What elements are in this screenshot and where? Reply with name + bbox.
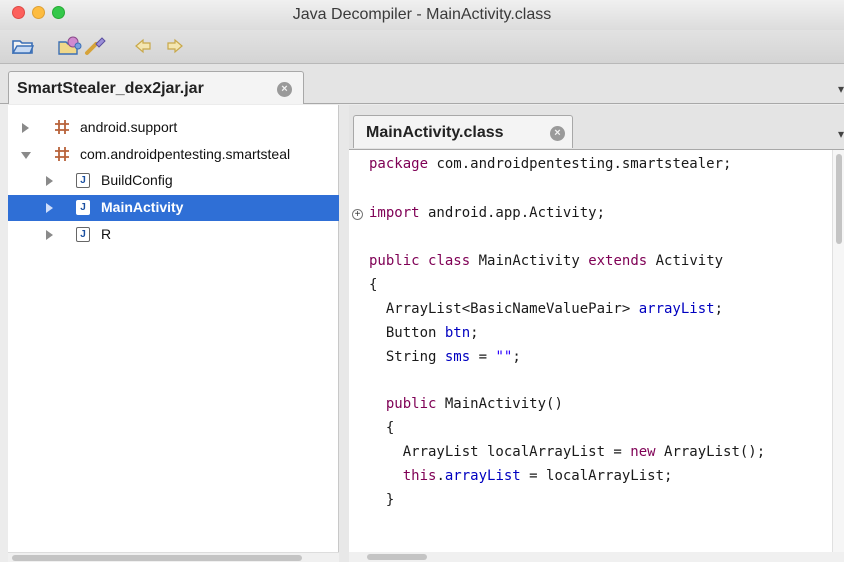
close-icon[interactable]: × <box>550 126 565 141</box>
package-icon <box>55 147 69 161</box>
code-token: { <box>369 277 378 293</box>
code-token: ; <box>512 349 521 365</box>
tree-item-label: R <box>101 226 112 242</box>
code-line: package com.androidpentesting.smartsteal… <box>369 156 731 180</box>
code-line: import android.app.Activity; <box>369 205 605 229</box>
tab-overflow-icon[interactable]: ▾ <box>838 127 844 141</box>
tree-item-buildconfig[interactable]: J BuildConfig <box>8 168 339 194</box>
code-token: btn <box>444 325 471 341</box>
code-token: ArrayList<BasicNameValuePair> <box>369 301 639 317</box>
code-token: public <box>369 253 420 269</box>
tab-mainactivity-class[interactable]: MainActivity.class × <box>353 115 573 148</box>
code-token: ; <box>470 325 479 341</box>
code-token: MainActivity() <box>436 396 563 412</box>
editor-gutter: + <box>349 150 367 553</box>
tab-overflow-icon[interactable]: ▾ <box>838 82 844 96</box>
tree-item-label: MainActivity <box>101 199 184 215</box>
code-token: new <box>630 444 656 460</box>
code-token: import <box>369 205 420 221</box>
scrollbar-thumb[interactable] <box>836 154 842 244</box>
tree-horizontal-scrollbar[interactable] <box>8 552 339 562</box>
code-token: public <box>385 396 437 412</box>
code-token: = <box>470 349 496 365</box>
jar-tab-bar: SmartStealer_dex2jar.jar × ▾ <box>0 64 844 104</box>
scrollbar-thumb[interactable] <box>367 554 427 560</box>
code-token: sms <box>444 349 471 365</box>
code-line: public MainActivity() <box>369 396 563 420</box>
tree-item-com-androidpentesting[interactable]: com.androidpentesting.smartsteal <box>8 142 339 168</box>
tree-item-label: BuildConfig <box>101 172 173 188</box>
code-token: ; <box>714 301 724 317</box>
search-icon[interactable] <box>84 36 108 56</box>
fold-expand-icon[interactable]: + <box>352 209 363 220</box>
code-token: package <box>369 156 429 172</box>
code-token: String <box>369 349 445 365</box>
open-recent-icon[interactable] <box>58 36 82 56</box>
code-token: class <box>428 253 471 269</box>
code-line: ArrayList localArrayList = new ArrayList… <box>369 444 765 468</box>
code-token: "" <box>495 349 513 365</box>
expand-arrow-icon[interactable] <box>46 203 53 213</box>
expand-arrow-icon[interactable] <box>46 176 53 186</box>
title-bar: Java Decompiler - MainActivity.class <box>0 0 844 30</box>
code-token: = localArrayList; <box>520 468 673 484</box>
forward-arrow-icon[interactable] <box>166 36 184 56</box>
code-editor[interactable]: + package com.androidpentesting.smartste… <box>349 149 844 553</box>
tree-item-label: com.androidpentesting.smartsteal <box>80 146 291 162</box>
pane-splitter[interactable] <box>339 105 349 562</box>
code-token: Activity <box>647 253 724 269</box>
package-icon <box>55 120 69 134</box>
tab-jar-file[interactable]: SmartStealer_dex2jar.jar × <box>8 71 304 104</box>
scrollbar-thumb[interactable] <box>12 555 302 561</box>
code-line: { <box>369 277 377 301</box>
tree-item-mainactivity[interactable]: J MainActivity <box>8 195 339 221</box>
code-line: ArrayList<BasicNameValuePair> arrayList; <box>369 301 723 325</box>
code-token: } <box>369 492 395 508</box>
tree-item-label: android.support <box>80 119 178 135</box>
close-icon[interactable]: × <box>277 82 292 97</box>
code-line: public class MainActivity extends Activi… <box>369 253 723 277</box>
expand-arrow-icon[interactable] <box>22 123 29 133</box>
code-token: ArrayList(); <box>655 444 766 460</box>
package-tree: android.support com.androidpentesting.sm… <box>8 105 339 562</box>
jar-tab-label: SmartStealer_dex2jar.jar <box>17 80 204 97</box>
vertical-scrollbar[interactable] <box>832 150 844 553</box>
collapse-arrow-icon[interactable] <box>21 152 31 159</box>
code-token: Button <box>369 325 445 341</box>
code-token: { <box>369 420 395 436</box>
code-token: arrayList <box>638 301 715 317</box>
tree-item-android-support[interactable]: android.support <box>8 115 339 141</box>
class-file-icon: J <box>76 173 90 188</box>
code-line: this.arrayList = localArrayList; <box>369 468 673 492</box>
code-token: this <box>402 468 437 484</box>
code-line: } <box>369 492 394 516</box>
code-token: arrayList <box>444 468 521 484</box>
open-folder-icon[interactable] <box>12 36 34 56</box>
toolbar <box>0 30 844 64</box>
expand-arrow-icon[interactable] <box>46 230 53 240</box>
code-line: String sms = ""; <box>369 349 521 373</box>
class-tab-label: MainActivity.class <box>366 124 504 141</box>
code-line: Button btn; <box>369 325 479 349</box>
code-token: android.app.Activity; <box>419 205 606 221</box>
editor-pane: MainActivity.class × ▾ + package com.and… <box>349 105 844 562</box>
horizontal-scrollbar[interactable] <box>349 552 844 562</box>
code-token: . <box>436 468 445 484</box>
code-token: ArrayList localArrayList = <box>369 444 631 460</box>
back-arrow-icon[interactable] <box>134 36 152 56</box>
class-file-icon: J <box>76 227 90 242</box>
code-token: com.androidpentesting.smartstealer; <box>428 156 732 172</box>
code-line: { <box>369 420 394 444</box>
tree-item-r[interactable]: J R <box>8 222 339 248</box>
class-file-icon: J <box>76 200 90 215</box>
code-token: extends <box>588 253 648 269</box>
code-token: MainActivity <box>470 253 589 269</box>
window-title: Java Decompiler - MainActivity.class <box>292 6 552 23</box>
